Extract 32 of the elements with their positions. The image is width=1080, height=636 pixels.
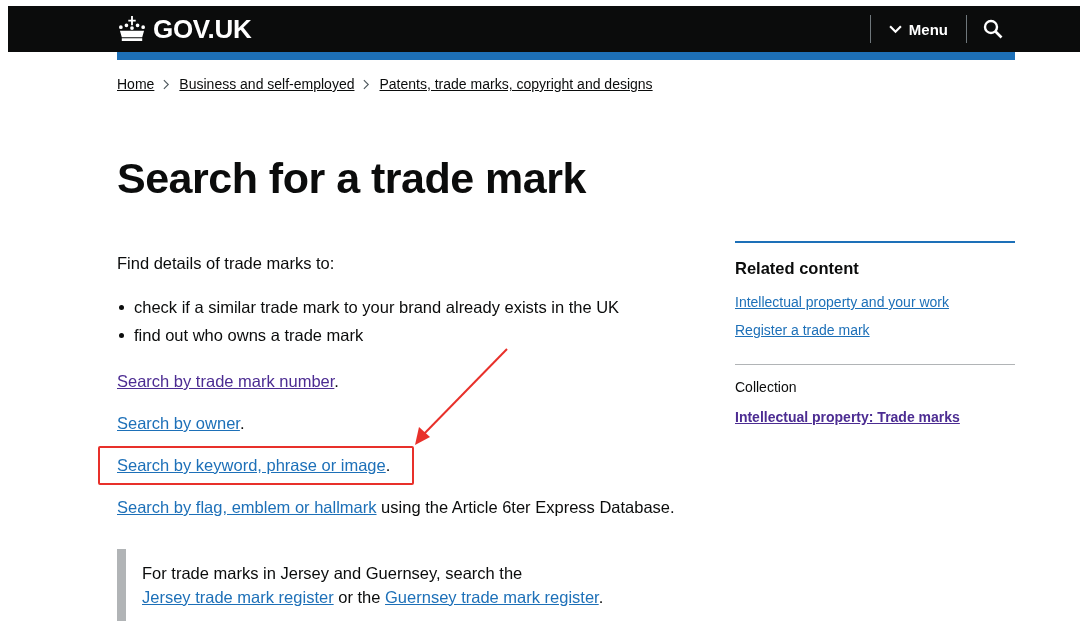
link[interactable]: Guernsey trade mark register	[385, 588, 599, 606]
link[interactable]: Search by keyword, phrase or image	[117, 456, 386, 474]
related-heading: Related content	[735, 259, 859, 278]
search-option-text: Search by owner.	[117, 413, 246, 434]
related-link[interactable]: Register a trade mark	[735, 322, 870, 338]
search-icon	[983, 19, 1003, 39]
search-option-text: Search by keyword, phrase or image.	[117, 455, 391, 476]
search-option-text: Search by flag, emblem or hallmark using the Article 6ter Express Database.	[117, 497, 676, 518]
crown-icon	[117, 16, 147, 42]
page-title: Search for a trade mark	[117, 154, 587, 203]
govuk-logo[interactable]: GOV.UK	[117, 13, 252, 45]
breadcrumb-link[interactable]: Home	[117, 76, 155, 92]
search-option-text: Search by trade mark number.	[117, 371, 340, 392]
link[interactable]: Search by trade mark number	[117, 372, 335, 390]
breadcrumb-link[interactable]: Patents, trade marks, copyright and designs	[379, 76, 653, 92]
chevron-icon	[888, 24, 902, 34]
breadcrumb-link[interactable]: Business and self-employed	[179, 76, 355, 92]
link[interactable]: Search by owner	[117, 414, 240, 432]
menu-button[interactable]: Menu	[870, 15, 966, 43]
collection-link[interactable]: Intellectual property: Trade marks	[735, 409, 960, 425]
related-link[interactable]: Intellectual property and your work	[735, 294, 949, 310]
bullet-icon	[119, 304, 124, 310]
bullet-text: check if a similar trade mark to your brand already exists in the UK	[134, 297, 620, 318]
bullet-icon	[119, 332, 124, 338]
intro-text: Find details of trade marks to:	[117, 253, 336, 274]
collection-label: Collection	[735, 379, 797, 395]
link[interactable]: Jersey trade mark register	[142, 588, 334, 606]
inset-text: For trade marks in Jersey and Guernsey, search the Jersey trade mark register or the Guernsey trade mark register.	[142, 563, 605, 608]
chevron-icon	[363, 78, 371, 90]
link[interactable]: Search by flag, emblem or hallmark	[117, 498, 377, 516]
chevron-icon	[163, 78, 171, 90]
bullet-text: find out who owns a trade mark	[134, 325, 364, 346]
